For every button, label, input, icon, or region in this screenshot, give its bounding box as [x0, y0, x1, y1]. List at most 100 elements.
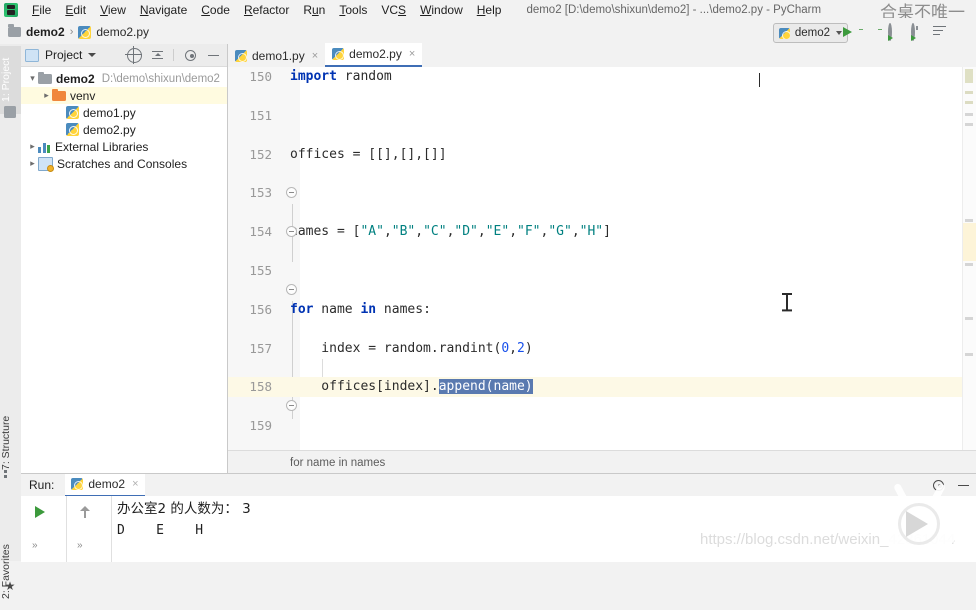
- minimize-icon[interactable]: [957, 479, 970, 492]
- tree-row-demo2-py[interactable]: demo2.py: [21, 121, 227, 138]
- navigation-bar: demo2 › demo2.py demo2: [0, 20, 976, 45]
- gear-icon[interactable]: [185, 49, 196, 61]
- code-line: 154 names = ["A","B","C","D","E","F","G"…: [228, 222, 976, 241]
- minimize-icon[interactable]: [207, 49, 220, 62]
- menu-navigate[interactable]: Navigate: [133, 0, 194, 20]
- sidebar-tab-project[interactable]: 1: Project: [0, 46, 21, 114]
- text-caret: [759, 73, 760, 87]
- line-content: index = random.randint(0,2): [290, 340, 533, 356]
- project-panel: Project demo2 D:\demo\shixun\demo2 venv: [21, 44, 228, 473]
- project-panel-header: Project: [21, 44, 227, 67]
- menu-edit[interactable]: Edit: [58, 0, 93, 20]
- line-number: 156: [249, 301, 272, 317]
- scroll-up-button[interactable]: [78, 505, 92, 519]
- tree-path: D:\demo\shixun\demo2: [101, 72, 220, 85]
- run-panel-tools: [931, 478, 970, 493]
- run-button[interactable]: [840, 25, 855, 40]
- tree-label: venv: [70, 88, 96, 103]
- menu-window[interactable]: Window: [413, 0, 470, 20]
- expand-toolbar-icon[interactable]: »: [77, 540, 82, 551]
- breadcrumb-file[interactable]: demo2.py: [96, 25, 149, 39]
- menu-vcs[interactable]: VCS: [374, 0, 413, 20]
- project-panel-title[interactable]: Project: [45, 48, 82, 62]
- python-file-icon: [78, 25, 92, 39]
- line-number: 157: [249, 340, 272, 356]
- gear-icon[interactable]: [933, 479, 944, 491]
- tree-row-demo2[interactable]: demo2 D:\demo\shixun\demo2: [21, 70, 227, 87]
- line-number: 155: [249, 262, 272, 278]
- menu-help[interactable]: Help: [470, 0, 509, 20]
- fold-marker-end[interactable]: [286, 400, 297, 411]
- line-content: for name in names:: [290, 301, 431, 317]
- chevron-down-icon[interactable]: [88, 53, 97, 57]
- tree-label: demo1.py: [83, 105, 136, 120]
- run-config-label: demo2: [794, 27, 830, 39]
- code-line: 152 offices = [[],[],[]]: [228, 145, 976, 164]
- menu-view[interactable]: View: [93, 0, 133, 20]
- run-tests-button[interactable]: [932, 25, 947, 40]
- stop-button[interactable]: [955, 25, 970, 40]
- chevron-down-icon[interactable]: [27, 70, 38, 87]
- stripe-mark: [965, 91, 973, 94]
- close-icon[interactable]: ×: [312, 50, 318, 62]
- chevron-right-icon[interactable]: [27, 138, 38, 155]
- tab-demo1-py[interactable]: demo1.py ×: [228, 45, 326, 67]
- chevron-right-icon[interactable]: [41, 87, 52, 104]
- menu-bar: File Edit View Navigate Code Refactor Ru…: [0, 0, 976, 21]
- tree-label: Scratches and Consoles: [57, 156, 188, 171]
- close-icon[interactable]: ×: [132, 478, 138, 490]
- tree-row-demo1-py[interactable]: demo1.py: [21, 104, 227, 121]
- close-icon[interactable]: ×: [409, 48, 415, 60]
- code-line: 155: [228, 261, 976, 280]
- fold-marker-end[interactable]: [286, 226, 297, 237]
- run-configuration-selector[interactable]: demo2: [772, 23, 848, 43]
- locate-target-icon[interactable]: [125, 45, 142, 64]
- line-number: 152: [249, 146, 272, 162]
- run-with-coverage-button[interactable]: [886, 22, 901, 41]
- code-canvas[interactable]: 150 import random 151 152 offices = [[],…: [228, 67, 976, 450]
- editor-area: demo1.py × demo2.py × 150 import random: [228, 43, 976, 474]
- profile-button[interactable]: [909, 22, 924, 41]
- breadcrumb-project[interactable]: demo2: [26, 25, 65, 39]
- console-output[interactable]: 办公室2 的人数为： 3 D E H: [117, 496, 967, 565]
- line-content: names = ["A","B","C","D","E","F","G","H"…: [290, 224, 611, 240]
- menu-file[interactable]: File: [25, 0, 58, 20]
- line-number: 153: [249, 185, 272, 201]
- fold-marker-collapse[interactable]: [286, 187, 297, 198]
- rerun-button[interactable]: [33, 505, 47, 519]
- tree-label: demo2.py: [83, 122, 136, 137]
- menu-run[interactable]: Run: [296, 0, 332, 20]
- code-line: 153: [228, 183, 976, 202]
- stripe-mark: [965, 113, 973, 116]
- line-content: offices = [[],[],[]]: [290, 146, 447, 162]
- tree-row-venv[interactable]: venv: [21, 87, 227, 104]
- code-line: 151: [228, 106, 976, 125]
- breadcrumb-separator: ›: [69, 26, 74, 38]
- tree-row-external-libraries[interactable]: External Libraries: [21, 138, 227, 155]
- code-line: 157 index = random.randint(0,2): [228, 339, 976, 358]
- console-line: D E H: [117, 523, 204, 538]
- stripe-mark: [965, 69, 973, 83]
- folder-icon: [8, 24, 21, 37]
- selected-text: append(name): [438, 379, 533, 395]
- current-line-stripe: [963, 223, 976, 261]
- python-file-icon: [66, 123, 79, 136]
- run-tab-demo2[interactable]: demo2 ×: [65, 473, 145, 497]
- menu-code[interactable]: Code: [194, 0, 237, 20]
- collapse-all-icon[interactable]: [151, 49, 164, 62]
- fold-marker-collapse[interactable]: [286, 284, 297, 295]
- line-number: 159: [249, 418, 272, 434]
- code-line-current: 158 offices[index].append(name): [228, 377, 976, 397]
- menu-refactor[interactable]: Refactor: [237, 0, 296, 20]
- tree-row-scratches-and-consoles[interactable]: Scratches and Consoles: [21, 155, 227, 172]
- error-stripe-marker-panel[interactable]: [962, 67, 976, 450]
- chevron-right-icon[interactable]: [27, 155, 38, 172]
- tab-demo2-py[interactable]: demo2.py ×: [325, 43, 423, 67]
- debug-button[interactable]: [863, 25, 878, 40]
- line-number: 151: [249, 107, 272, 123]
- menu-tools[interactable]: Tools: [332, 0, 374, 20]
- sidebar-tab-favorites[interactable]: 2: Favorites: [0, 534, 21, 610]
- library-icon: [38, 141, 51, 153]
- python-file-icon: [71, 478, 84, 490]
- expand-toolbar-icon[interactable]: »: [32, 540, 37, 551]
